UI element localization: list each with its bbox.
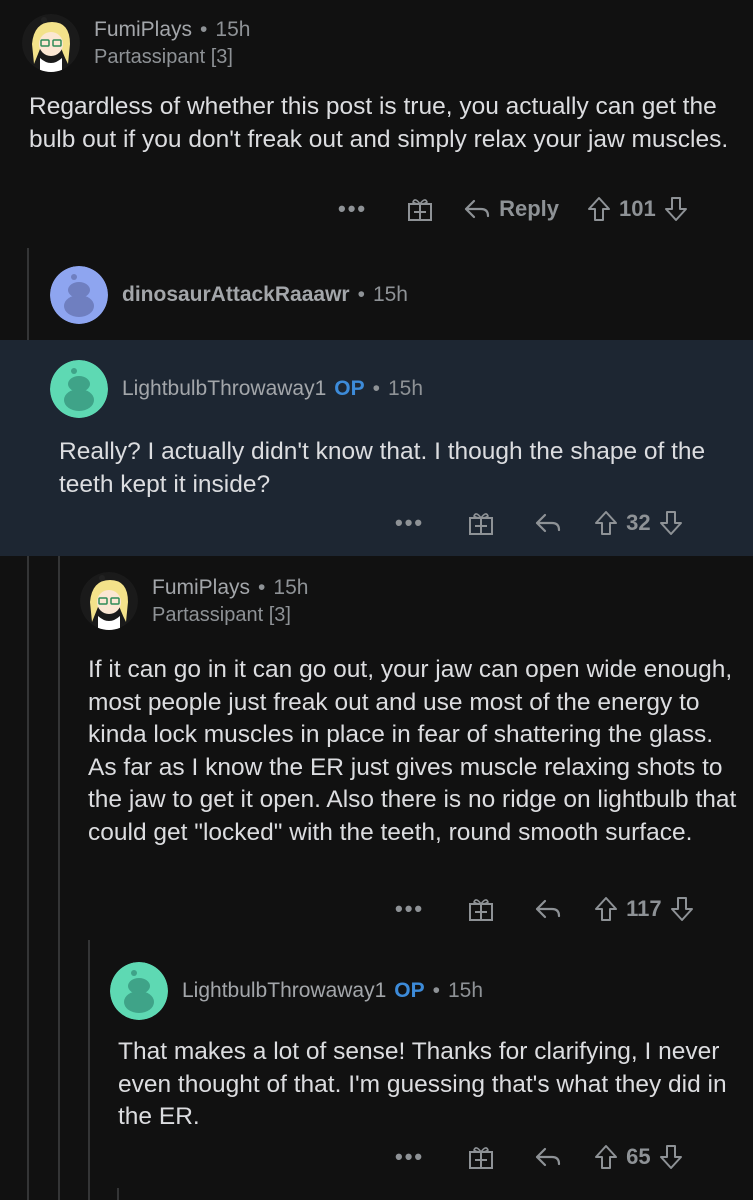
avatar[interactable]	[50, 360, 108, 418]
upvote-icon[interactable]	[587, 196, 611, 222]
avatar[interactable]	[50, 266, 108, 324]
reply-button[interactable]: Reply	[463, 196, 559, 222]
username[interactable]: LightbulbThrowaway1	[122, 377, 326, 401]
award-icon[interactable]	[468, 1144, 494, 1170]
upvote-icon[interactable]	[594, 510, 618, 536]
comment: FumiPlays • 15h Partassipant [3] Regardl…	[0, 0, 753, 248]
reply-icon[interactable]	[534, 897, 562, 921]
user-flair: Partassipant [3]	[152, 603, 291, 626]
reply-icon	[465, 199, 490, 219]
separator-dot: •	[372, 377, 380, 400]
op-badge: OP	[394, 979, 425, 1002]
comment: LightbulbThrowaway1 OP • 15h That makes …	[0, 940, 753, 1200]
more-icon[interactable]: •••	[338, 196, 367, 222]
username[interactable]: FumiPlays	[152, 576, 250, 600]
downvote-icon[interactable]	[659, 1144, 683, 1170]
user-flair: Partassipant [3]	[94, 45, 233, 68]
downvote-icon[interactable]	[670, 896, 694, 922]
separator-dot: •	[258, 575, 266, 599]
vote-count: 117	[626, 896, 662, 921]
separator-dot: •	[432, 979, 440, 1002]
reply-icon[interactable]	[534, 511, 562, 535]
timestamp: 15h	[372, 283, 408, 306]
downvote-icon[interactable]	[664, 196, 688, 222]
award-icon[interactable]	[468, 896, 494, 922]
more-icon[interactable]: •••	[395, 896, 424, 922]
comment-body: If it can go in it can go out, your jaw …	[88, 656, 737, 846]
separator-dot: •	[357, 283, 365, 306]
username[interactable]: dinosaurAttackRaaawr	[122, 283, 350, 307]
vote-count: 65	[626, 1144, 651, 1169]
downvote-icon[interactable]	[659, 510, 683, 536]
timestamp: 15h	[273, 575, 309, 599]
username[interactable]: LightbulbThrowaway1	[182, 979, 386, 1003]
avatar[interactable]	[110, 962, 168, 1020]
comment-collapsed[interactable]: dinosaurAttackRaaawr • 15h	[0, 248, 753, 340]
op-badge: OP	[334, 377, 365, 400]
comment-body: Regardless of whether this post is true,…	[29, 93, 729, 153]
vote-count: 32	[626, 510, 651, 535]
vote-count: 101	[619, 196, 656, 221]
avatar[interactable]	[22, 14, 80, 72]
comment-body: That makes a lot of sense! Thanks for cl…	[118, 1038, 727, 1130]
comment-highlighted: LightbulbThrowaway1 OP • 15h Really? I a…	[0, 340, 753, 556]
timestamp: 15h	[448, 979, 484, 1002]
separator-dot: •	[200, 17, 208, 41]
username[interactable]: FumiPlays	[94, 18, 192, 42]
more-icon[interactable]: •••	[395, 510, 424, 536]
reply-label: Reply	[499, 196, 560, 221]
upvote-icon[interactable]	[594, 896, 618, 922]
reply-icon[interactable]	[534, 1145, 562, 1169]
award-icon[interactable]	[468, 510, 494, 536]
upvote-icon[interactable]	[594, 1144, 618, 1170]
avatar[interactable]	[80, 572, 138, 630]
timestamp: 15h	[215, 17, 251, 41]
more-icon[interactable]: •••	[395, 1144, 424, 1170]
timestamp: 15h	[388, 377, 424, 400]
award-icon[interactable]	[407, 196, 433, 222]
comment-body: Really? I actually didn't know that. I t…	[59, 438, 706, 498]
comment: FumiPlays • 15h Partassipant [3] If it c…	[0, 556, 753, 940]
